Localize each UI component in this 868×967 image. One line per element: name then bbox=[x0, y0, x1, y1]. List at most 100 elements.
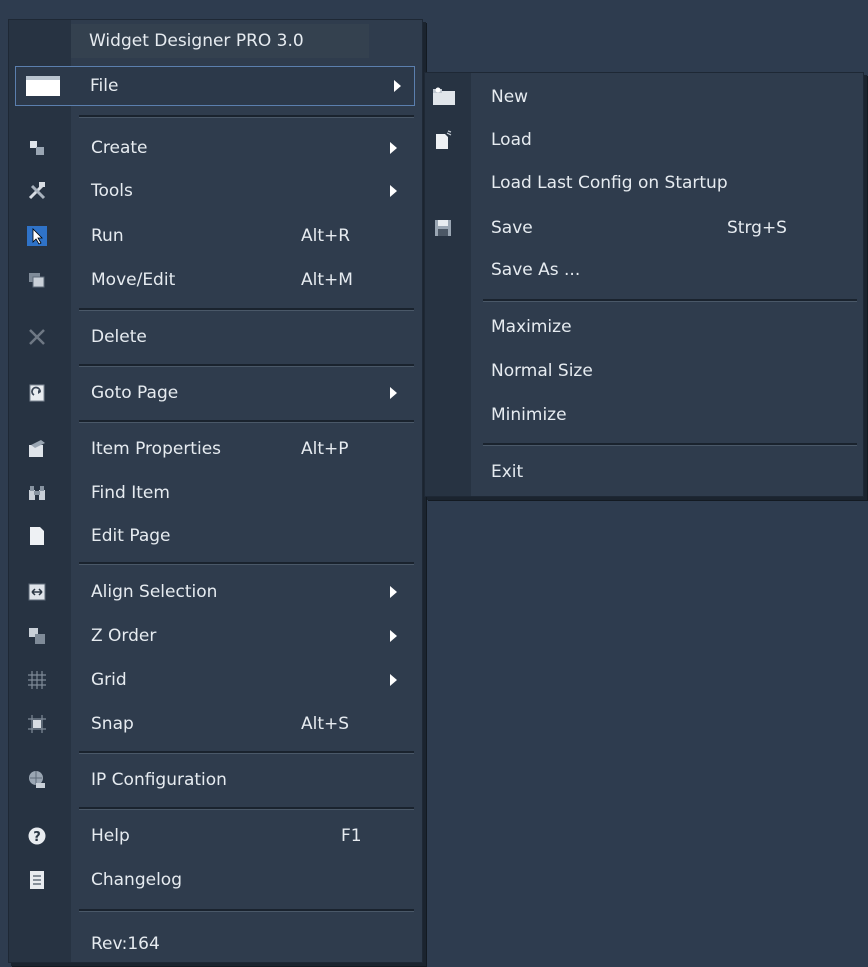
submenu-item-label: Load bbox=[491, 130, 532, 150]
snap-icon bbox=[27, 714, 47, 734]
menu-item-tools[interactable]: Tools bbox=[9, 171, 422, 211]
new-folder-icon bbox=[433, 87, 455, 107]
submenu-arrow-icon bbox=[390, 185, 397, 197]
network-icon bbox=[27, 770, 47, 790]
submenu-item-label: Save As ... bbox=[491, 260, 581, 280]
submenu-item-label: Maximize bbox=[491, 317, 572, 337]
menu-item-item-properties[interactable]: Item Properties Alt+P bbox=[9, 429, 422, 469]
menu-item-help[interactable]: ? Help F1 bbox=[9, 816, 422, 856]
page-icon bbox=[27, 526, 47, 546]
help-icon: ? bbox=[27, 826, 47, 846]
submenu-item-save-as[interactable]: Save As ... bbox=[425, 250, 863, 290]
menu-item-file[interactable]: File bbox=[15, 66, 415, 106]
save-icon bbox=[433, 218, 453, 238]
submenu-item-load-last-config[interactable]: Load Last Config on Startup bbox=[425, 163, 863, 203]
shortcut-label: F1 bbox=[341, 826, 362, 846]
menu-item-align-selection[interactable]: Align Selection bbox=[9, 572, 422, 612]
menu-item-label: Tools bbox=[91, 181, 133, 201]
separator bbox=[79, 562, 414, 565]
changelog-icon bbox=[27, 870, 47, 890]
app-title: Widget Designer PRO 3.0 bbox=[89, 31, 304, 51]
separator bbox=[79, 420, 414, 423]
menu-item-label: IP Configuration bbox=[91, 770, 227, 790]
menu-item-grid[interactable]: Grid bbox=[9, 660, 422, 700]
create-icon bbox=[27, 138, 47, 158]
separator bbox=[79, 308, 414, 311]
menu-item-ip-configuration[interactable]: IP Configuration bbox=[9, 760, 422, 800]
menu-item-snap[interactable]: Snap Alt+S bbox=[9, 704, 422, 744]
submenu-item-load[interactable]: Load bbox=[425, 120, 863, 160]
menu-item-create[interactable]: Create bbox=[9, 128, 422, 168]
revision-label: Rev:164 bbox=[91, 934, 160, 954]
shortcut-label: Alt+S bbox=[301, 714, 350, 734]
submenu-arrow-icon bbox=[390, 674, 397, 686]
separator bbox=[79, 115, 414, 118]
menu-item-label: Delete bbox=[91, 327, 147, 347]
submenu-item-label: Load Last Config on Startup bbox=[491, 173, 728, 193]
properties-icon bbox=[27, 439, 47, 459]
goto-page-icon bbox=[27, 383, 47, 403]
submenu-item-normal-size[interactable]: Normal Size bbox=[425, 351, 863, 391]
menu-item-edit-page[interactable]: Edit Page bbox=[9, 516, 422, 556]
shortcut-label: Alt+R bbox=[301, 226, 351, 246]
menu-item-label: File bbox=[90, 76, 119, 96]
menu-title: Widget Designer PRO 3.0 bbox=[71, 24, 369, 58]
separator bbox=[79, 909, 414, 912]
menu-item-label: Goto Page bbox=[91, 383, 179, 403]
shortcut-label: Strg+S bbox=[727, 218, 787, 238]
submenu-item-label: New bbox=[491, 87, 529, 107]
z-order-icon bbox=[27, 626, 47, 646]
menu-item-run[interactable]: Run Alt+R bbox=[9, 216, 422, 256]
submenu-arrow-icon bbox=[394, 80, 401, 92]
menu-item-label: Create bbox=[91, 138, 148, 158]
align-icon bbox=[27, 582, 47, 602]
submenu-item-new[interactable]: New bbox=[425, 77, 863, 117]
menu-item-goto-page[interactable]: Goto Page bbox=[9, 373, 422, 413]
separator bbox=[483, 443, 857, 446]
menu-item-find-item[interactable]: Find Item bbox=[9, 473, 422, 513]
menu-item-delete[interactable]: Delete bbox=[9, 317, 422, 357]
binoculars-icon bbox=[27, 483, 47, 503]
delete-icon bbox=[27, 327, 47, 347]
cursor-icon bbox=[27, 226, 47, 246]
submenu-item-exit[interactable]: Exit bbox=[425, 452, 863, 492]
menu-item-label: Align Selection bbox=[91, 582, 218, 602]
window-icon bbox=[26, 76, 60, 96]
tools-icon bbox=[27, 181, 47, 201]
submenu-item-label: Save bbox=[491, 218, 533, 238]
shortcut-label: Alt+P bbox=[301, 439, 349, 459]
main-menu: Widget Designer PRO 3.0 File Create Tool… bbox=[8, 19, 423, 963]
grid-icon bbox=[27, 670, 47, 690]
file-submenu: New Load Load Last Config on Startup Sav… bbox=[424, 72, 864, 497]
svg-text:?: ? bbox=[33, 830, 41, 845]
submenu-arrow-icon bbox=[390, 387, 397, 399]
submenu-item-maximize[interactable]: Maximize bbox=[425, 307, 863, 347]
submenu-arrow-icon bbox=[390, 630, 397, 642]
submenu-arrow-icon bbox=[390, 142, 397, 154]
menu-item-label: Move/Edit bbox=[91, 270, 176, 290]
menu-item-label: Changelog bbox=[91, 870, 183, 890]
separator bbox=[79, 807, 414, 810]
move-edit-icon bbox=[27, 270, 47, 290]
menu-item-label: Snap bbox=[91, 714, 134, 734]
separator bbox=[79, 364, 414, 367]
menu-item-label: Z Order bbox=[91, 626, 157, 646]
menu-item-label: Grid bbox=[91, 670, 127, 690]
menu-item-label: Edit Page bbox=[91, 526, 171, 546]
submenu-item-label: Exit bbox=[491, 462, 524, 482]
menu-item-label: Run bbox=[91, 226, 124, 246]
menu-item-z-order[interactable]: Z Order bbox=[9, 616, 422, 656]
load-icon bbox=[433, 130, 453, 150]
menu-item-changelog[interactable]: Changelog bbox=[9, 860, 422, 900]
shortcut-label: Alt+M bbox=[301, 270, 353, 290]
submenu-item-label: Minimize bbox=[491, 405, 567, 425]
submenu-item-minimize[interactable]: Minimize bbox=[425, 395, 863, 435]
separator bbox=[79, 751, 414, 754]
submenu-arrow-icon bbox=[390, 586, 397, 598]
menu-item-label: Find Item bbox=[91, 483, 170, 503]
menu-item-move-edit[interactable]: Move/Edit Alt+M bbox=[9, 260, 422, 300]
menu-item-label: Item Properties bbox=[91, 439, 222, 459]
submenu-item-save[interactable]: Save Strg+S bbox=[425, 208, 863, 248]
menu-item-label: Help bbox=[91, 826, 130, 846]
separator bbox=[483, 299, 857, 302]
